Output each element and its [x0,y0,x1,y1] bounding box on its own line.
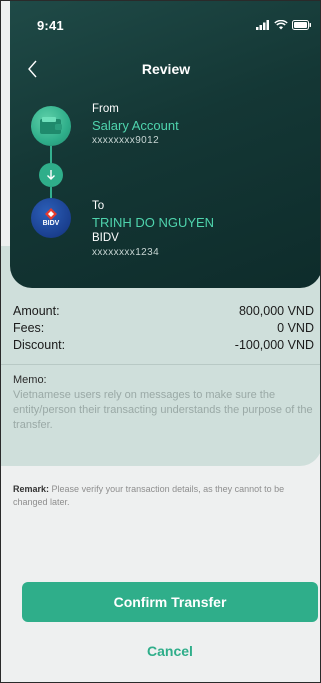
fees-label: Fees: [13,321,45,335]
memo-text: Vietnamese users rely on messages to mak… [13,389,313,431]
arrow-down-icon [39,163,63,187]
transfer-connector-bottom [50,187,52,198]
recipient-name: TRINH DO NGUYEN [92,215,215,230]
discount-row: Discount: -100,000 VND [1,337,320,354]
review-header: 9:41 Review From Salary Account xxxxxxxx… [10,1,320,288]
battery-icon [292,20,311,30]
bidv-logo-icon [44,208,57,220]
review-screen: 9:41 Review From Salary Account xxxxxxxx… [0,0,321,683]
wallet-icon [31,106,71,146]
amount-value: 800,000 VND [238,304,314,318]
status-bar: 9:41 [10,18,320,38]
wifi-icon [274,20,288,30]
to-label: To [92,200,105,212]
bidv-logo-text: BIDV [42,220,60,227]
remark-note: Remark: Please verify your transaction d… [13,483,308,509]
amount-row: Amount: 800,000 VND [1,303,320,320]
recipient-bank: BIDV [92,232,119,244]
discount-label: Discount: [13,338,66,352]
details-divider [1,364,320,365]
from-account: From Salary Account xxxxxxxx9012 [92,102,179,148]
bidv-bank-logo: BIDV [31,198,71,238]
status-icons [256,20,312,30]
remark-text: Please verify your transaction details, … [13,484,285,507]
signal-icon [256,20,269,30]
to-account: To TRINH DO NGUYEN BIDV xxxxxxxx1234 [92,199,214,260]
page-title: Review [141,61,191,77]
status-time: 9:41 [37,18,64,33]
remark-label: Remark: [13,484,50,494]
amount-label: Amount: [13,304,60,318]
fees-value: 0 VND [277,321,314,335]
confirm-transfer-button[interactable]: Confirm Transfer [22,582,318,622]
from-account-name: Salary Account [92,118,179,133]
from-label: From [92,103,119,115]
fees-row: Fees: 0 VND [1,320,320,337]
memo-label: Memo: [13,374,47,386]
recipient-account-number: xxxxxxxx1234 [92,247,160,258]
discount-value: -100,000 VND [234,338,314,352]
from-account-number: xxxxxxxx9012 [92,135,160,146]
cancel-button[interactable]: Cancel [22,637,318,665]
transfer-connector-top [50,146,52,163]
